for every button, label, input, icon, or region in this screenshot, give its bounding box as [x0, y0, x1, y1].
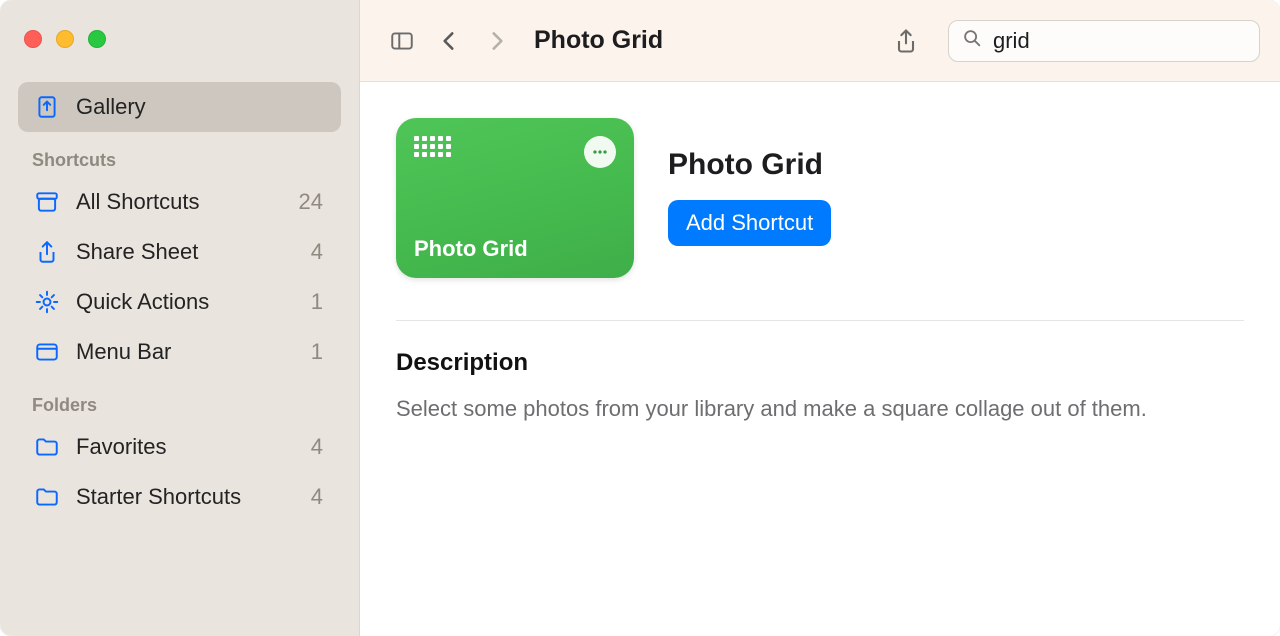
content: Photo Grid Photo Grid Add Shortcut Descr…	[360, 82, 1280, 636]
window-controls	[18, 18, 341, 60]
sidebar-item-label: Gallery	[76, 94, 327, 120]
sidebar-item-starter-shortcuts[interactable]: Starter Shortcuts 4	[18, 472, 341, 522]
sidebar-item-count: 4	[311, 484, 327, 510]
hero: Photo Grid Photo Grid Add Shortcut	[396, 118, 1244, 278]
search-input[interactable]	[993, 28, 1280, 54]
sidebar-item-count: 4	[311, 434, 327, 460]
sidebar-item-label: All Shortcuts	[76, 189, 299, 215]
sidebar-item-favorites[interactable]: Favorites 4	[18, 422, 341, 472]
shortcut-tile[interactable]: Photo Grid	[396, 118, 634, 278]
description-heading: Description	[396, 349, 1244, 377]
sidebar-item-all-shortcuts[interactable]: All Shortcuts 24	[18, 177, 341, 227]
sidebar-item-quick-actions[interactable]: Quick Actions 1	[18, 277, 341, 327]
fullscreen-window-button[interactable]	[88, 30, 106, 48]
gear-icon	[32, 287, 62, 317]
sidebar-section-title-shortcuts: Shortcuts	[18, 132, 341, 177]
sidebar-item-count: 4	[311, 239, 327, 265]
nav-buttons	[434, 23, 512, 59]
sidebar-item-gallery[interactable]: Gallery	[18, 82, 341, 132]
nav-back-button[interactable]	[434, 23, 464, 59]
hero-details: Photo Grid Add Shortcut	[668, 118, 831, 246]
sidebar-item-label: Share Sheet	[76, 239, 311, 265]
search-field[interactable]	[948, 20, 1260, 62]
sidebar-item-label: Menu Bar	[76, 339, 311, 365]
folder-icon	[32, 482, 62, 512]
add-shortcut-button[interactable]: Add Shortcut	[668, 200, 831, 246]
archivebox-icon	[32, 187, 62, 217]
nav-forward-button[interactable]	[482, 23, 512, 59]
toolbar: Photo Grid	[360, 0, 1280, 82]
toolbar-title: Photo Grid	[534, 26, 663, 55]
grid-icon	[414, 136, 451, 157]
minimize-window-button[interactable]	[56, 30, 74, 48]
share-button[interactable]	[888, 23, 924, 59]
sidebar-item-count: 24	[299, 189, 327, 215]
main: Photo Grid	[360, 0, 1280, 636]
tile-title: Photo Grid	[414, 236, 616, 262]
app-window: Gallery Shortcuts All Shortcuts 24 S	[0, 0, 1280, 636]
sidebar-item-menu-bar[interactable]: Menu Bar 1	[18, 327, 341, 377]
sidebar-item-count: 1	[311, 339, 327, 365]
sidebar-item-share-sheet[interactable]: Share Sheet 4	[18, 227, 341, 277]
search-icon	[961, 27, 983, 54]
sidebar: Gallery Shortcuts All Shortcuts 24 S	[0, 0, 360, 636]
gallery-icon	[32, 92, 62, 122]
more-options-button[interactable]	[584, 136, 616, 168]
shortcut-title: Photo Grid	[668, 148, 831, 182]
section-divider	[396, 320, 1244, 321]
sidebar-item-count: 1	[311, 289, 327, 315]
share-icon	[32, 237, 62, 267]
sidebar-item-label: Starter Shortcuts	[76, 484, 311, 510]
sidebar-item-label: Favorites	[76, 434, 311, 460]
folder-icon	[32, 432, 62, 462]
sidebar-item-label: Quick Actions	[76, 289, 311, 315]
sidebar-section-title-folders: Folders	[18, 377, 341, 422]
close-window-button[interactable]	[24, 30, 42, 48]
menubar-icon	[32, 337, 62, 367]
toggle-sidebar-button[interactable]	[384, 23, 420, 59]
description-body: Select some photos from your library and…	[396, 393, 1244, 425]
